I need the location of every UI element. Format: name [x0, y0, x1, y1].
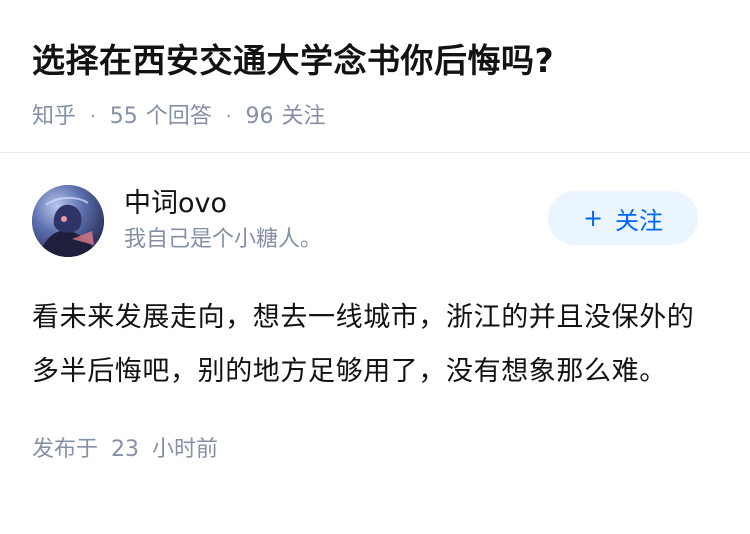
avatar[interactable]	[32, 185, 104, 257]
question-title[interactable]: 选择在西安交通大学念书你后悔吗?	[32, 38, 718, 84]
source-label[interactable]: 知乎	[32, 102, 76, 132]
publish-suffix: 小时前	[152, 437, 219, 462]
follow-button-label: 关注	[615, 206, 664, 235]
author-bio: 我自己是个小糖人。	[124, 227, 323, 252]
separator-dot: ·	[225, 106, 232, 127]
author-name[interactable]: 中词ovo	[124, 186, 322, 222]
author-info: 中词ovo 我自己是个小糖人。	[124, 186, 322, 256]
publish-time: 发布于 23 小时前	[32, 435, 718, 465]
follow-button[interactable]: + 关注	[548, 191, 698, 245]
avatar-image-icon	[32, 185, 104, 257]
question-meta: 知乎 · 55 个回答 · 96 关注	[32, 102, 718, 132]
follow-count: 96	[245, 104, 274, 129]
publish-prefix: 发布于	[32, 437, 99, 462]
answer-content[interactable]: 看未来发展走向，想去一线城市，浙江的并且没保外的多半后悔吧，别的地方足够用了，没…	[32, 291, 718, 399]
author-row: 中词ovo 我自己是个小糖人。 + 关注	[32, 183, 718, 259]
question-header: 选择在西安交通大学念书你后悔吗? 知乎 · 55 个回答 · 96 关注	[0, 0, 750, 152]
plus-icon: +	[582, 204, 604, 232]
separator-dot: ·	[90, 106, 96, 127]
answer-card: 中词ovo 我自己是个小糖人。 + 关注 看未来发展走向，想去一线城市，浙江的并…	[0, 153, 750, 465]
answers-label: 个回答	[145, 104, 212, 129]
follow-count-label: 关注	[281, 104, 326, 129]
question-page: 选择在西安交通大学念书你后悔吗? 知乎 · 55 个回答 · 96 关注 中词o…	[0, 0, 750, 534]
answers-count: 55	[109, 104, 138, 129]
publish-number: 23	[111, 437, 140, 462]
